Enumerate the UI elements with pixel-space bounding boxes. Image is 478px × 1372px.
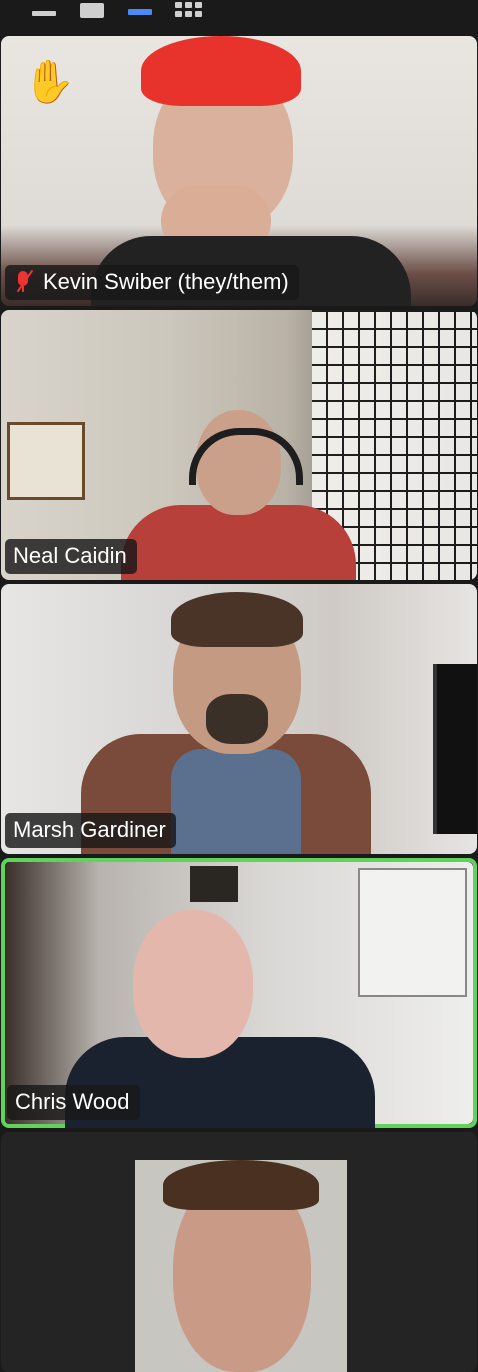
- thumbnail-strip-icon[interactable]: [126, 0, 154, 18]
- participant-name: Neal Caidin: [13, 543, 127, 568]
- participant-tile[interactable]: [1, 1132, 477, 1372]
- participant-name: Chris Wood: [15, 1089, 130, 1114]
- participant-name: Marsh Gardiner: [13, 817, 166, 842]
- view-toolbar: [0, 0, 478, 30]
- raised-hand-icon: ✋: [23, 58, 76, 105]
- participant-tile[interactable]: Neal Caidin: [1, 310, 477, 580]
- participant-name-badge: Chris Wood: [7, 1085, 140, 1120]
- participant-name: Kevin Swiber (they/them): [43, 269, 289, 294]
- muted-microphone-icon: [13, 269, 34, 294]
- participant-name-badge: Kevin Swiber (they/them): [5, 265, 299, 300]
- participant-name-badge: Neal Caidin: [5, 539, 137, 574]
- participant-name-badge: Marsh Gardiner: [5, 813, 176, 848]
- participant-tile-active-speaker[interactable]: Chris Wood: [1, 858, 477, 1128]
- gallery-grid-icon[interactable]: [172, 0, 204, 18]
- participant-tile[interactable]: Marsh Gardiner: [1, 584, 477, 854]
- participant-tile[interactable]: ✋ Kevin Swiber (they/them): [1, 36, 477, 306]
- single-video-icon[interactable]: [78, 0, 106, 18]
- speaker-view-icon[interactable]: [30, 0, 58, 18]
